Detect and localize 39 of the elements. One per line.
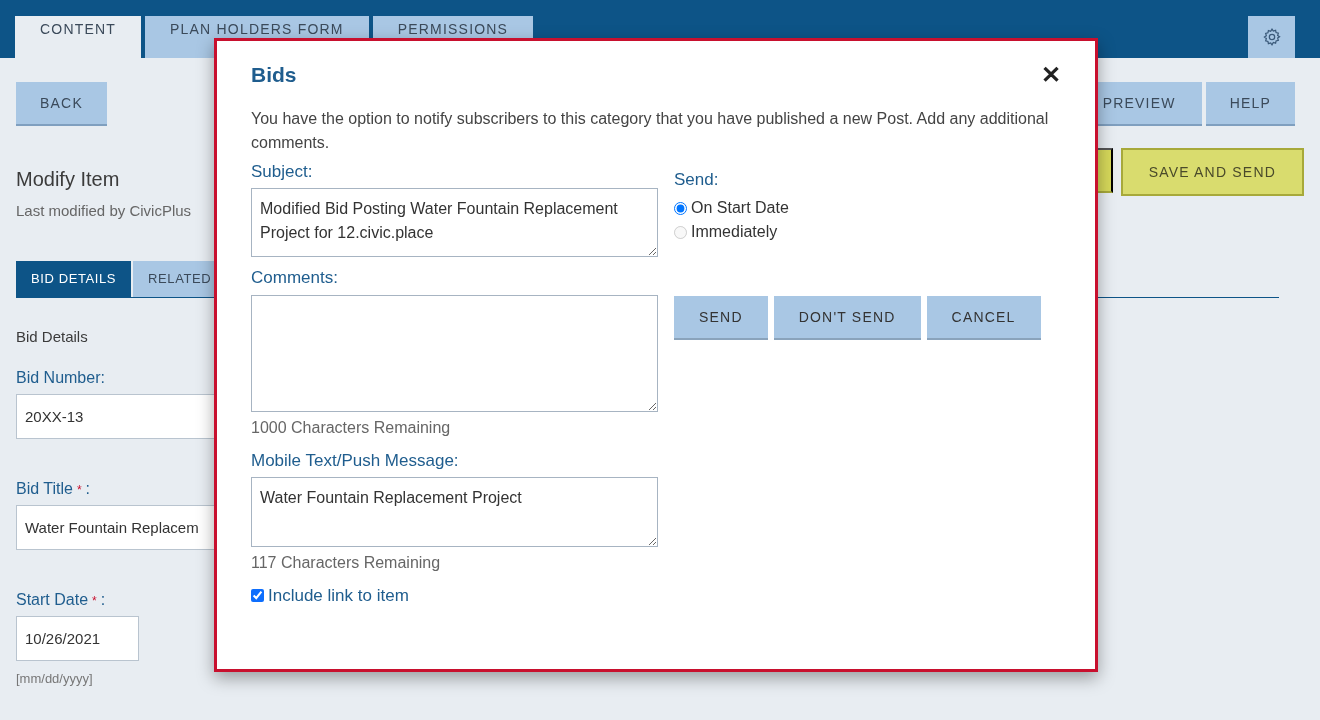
comments-field[interactable] [251,294,658,412]
intro-text: You have the option to notify subscribers to this category that you have published a new Post. Add any additional comments. [251,108,1050,153]
page-heading: Modify Item [16,167,120,192]
radio-label: Immediately [691,222,778,242]
field-label: Comments: [251,267,339,289]
field-label: Send: [674,168,720,191]
required-marker: * [76,483,82,497]
message-field[interactable]: Water Fountain Replacement Project [251,477,658,547]
checkbox-label: Include link to item [268,585,409,607]
dialog-title: Bids [251,62,297,88]
subject-field[interactable]: Modified Bid Posting Water Fountain Replacement Project for 12.civic.place [251,188,658,257]
last-modified-text: Last modified by CivicPlus [16,201,192,221]
back-button[interactable]: BACK [16,82,107,126]
cancel-button[interactable]: CANCEL [926,296,1041,340]
close-button[interactable]: ✕ [1041,62,1061,87]
settings-button[interactable] [1248,16,1295,58]
colon-text: : [85,480,91,497]
field-label: Bid Number: [16,369,105,386]
radio-label: On Start Date [691,198,789,218]
tab[interactable]: CONTENT [15,16,142,58]
send-button[interactable]: SEND [674,296,768,340]
format-hint: [mm/dd/yyyy] [16,670,94,688]
field-label: Start Date [16,591,89,608]
input-field[interactable]: 10/26/2021 [16,616,139,661]
colon-text: : [100,591,106,608]
tab[interactable]: BID DETAILS [16,260,132,297]
dont-send-button[interactable]: DON'T SEND [773,296,921,340]
character-count: 1000 Characters Remaining [251,417,452,438]
field-label: Bid Title [16,480,73,497]
field-label: Mobile Text/Push Message: [251,449,460,472]
save-and-send-button[interactable]: SAVE AND SEND [1120,148,1304,196]
required-marker: * [92,594,97,608]
help-button[interactable]: HELP [1205,82,1295,126]
field-label: Subject: [251,160,314,183]
radio-button[interactable] [674,201,687,215]
section-title: Bid Details [16,326,89,347]
settings-icon [1261,27,1282,47]
include-link-checkbox[interactable] [251,589,264,603]
character-count: 117 Characters Remaining [251,553,442,573]
